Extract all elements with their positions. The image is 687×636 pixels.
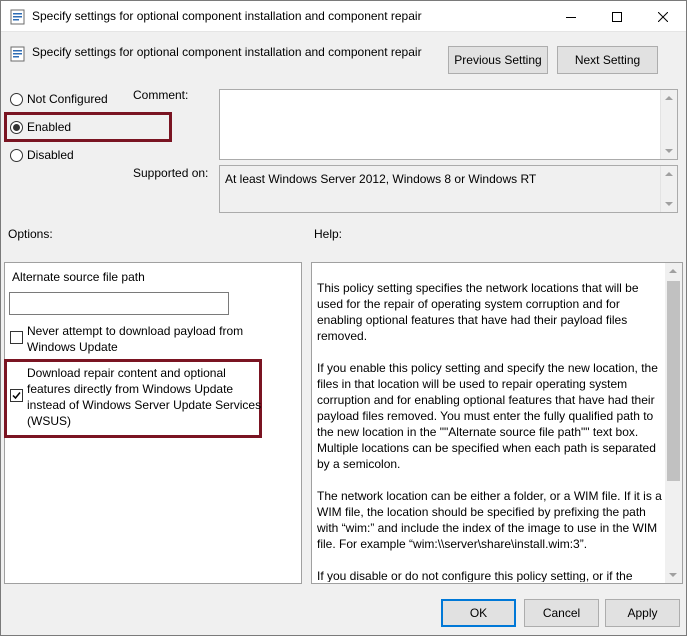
download-from-wu-line-4: (WSUS): [27, 414, 71, 428]
radio-label-disabled: Disabled: [27, 148, 74, 162]
minimize-button[interactable]: [548, 1, 594, 32]
scroll-down-icon[interactable]: [665, 202, 673, 206]
help-label: Help:: [314, 227, 343, 241]
cancel-button[interactable]: Cancel: [524, 599, 599, 627]
scroll-thumb[interactable]: [667, 281, 680, 481]
comment-label: Comment:: [133, 88, 189, 102]
comment-scrollbar[interactable]: [660, 90, 677, 159]
window-title: Specify settings for optional component …: [32, 9, 422, 23]
next-setting-button[interactable]: Next Setting: [557, 46, 658, 74]
setting-icon: [10, 46, 25, 62]
radio-circle[interactable]: [10, 92, 23, 106]
radio-circle[interactable]: [10, 120, 23, 134]
options-label: Options:: [8, 227, 53, 241]
never-download-checkbox[interactable]: [10, 331, 23, 344]
help-paragraph: If you enable this policy setting and sp…: [317, 361, 658, 471]
radio-enabled[interactable]: Enabled: [10, 120, 71, 134]
help-text: This policy setting specifies the networ…: [317, 280, 663, 582]
radio-circle[interactable]: [10, 148, 23, 162]
checkmark-icon: [12, 392, 21, 400]
scroll-up-icon[interactable]: [665, 96, 673, 100]
never-download-line-1: Never attempt to download payload from: [27, 324, 244, 338]
maximize-icon: [612, 11, 622, 22]
supported-on-label: Supported on:: [133, 166, 209, 180]
title-bar: Specify settings for optional component …: [1, 1, 686, 32]
minimize-icon: [566, 16, 576, 18]
help-paragraph: If you disable or do not configure this …: [317, 569, 633, 582]
policy-app-icon: [10, 9, 25, 25]
never-download-line-2: Windows Update: [27, 340, 118, 354]
download-from-wu-line-1: Download repair content and optional: [27, 366, 226, 380]
radio-label-not-configured: Not Configured: [27, 92, 108, 106]
scroll-down-icon[interactable]: [665, 149, 673, 153]
download-from-wu-checkbox[interactable]: [10, 389, 23, 402]
radio-not-configured[interactable]: Not Configured: [10, 92, 108, 106]
download-from-wu-line-2: features directly from Windows Update: [27, 382, 234, 396]
previous-setting-button[interactable]: Previous Setting: [448, 46, 548, 74]
close-icon: [658, 11, 668, 22]
close-button[interactable]: [640, 1, 686, 32]
setting-title: Specify settings for optional component …: [32, 45, 422, 59]
scroll-up-icon[interactable]: [665, 172, 673, 176]
supported-on-box: At least Windows Server 2012, Windows 8 …: [219, 165, 678, 213]
radio-label-enabled: Enabled: [27, 120, 72, 134]
supported-on-value: At least Windows Server 2012, Windows 8 …: [225, 172, 537, 186]
help-scrollbar[interactable]: [665, 263, 682, 583]
supported-scrollbar[interactable]: [660, 166, 677, 212]
scroll-up-icon[interactable]: [669, 269, 677, 273]
radio-selected-dot: [13, 123, 20, 131]
maximize-button[interactable]: [594, 1, 640, 32]
policy-dialog: Specify settings for optional component …: [0, 0, 687, 636]
help-paragraph: This policy setting specifies the networ…: [317, 281, 639, 343]
help-paragraph: The network location can be either a fol…: [317, 489, 662, 551]
apply-button[interactable]: Apply: [605, 599, 680, 627]
comment-textarea[interactable]: [219, 89, 678, 160]
scroll-down-icon[interactable]: [669, 573, 677, 577]
radio-disabled[interactable]: Disabled: [10, 148, 74, 162]
alternate-source-label: Alternate source file path: [12, 270, 145, 284]
download-from-wu-line-3: instead of Windows Server Update Service…: [27, 398, 262, 412]
ok-button[interactable]: OK: [441, 599, 516, 627]
alternate-source-input[interactable]: [9, 292, 229, 315]
